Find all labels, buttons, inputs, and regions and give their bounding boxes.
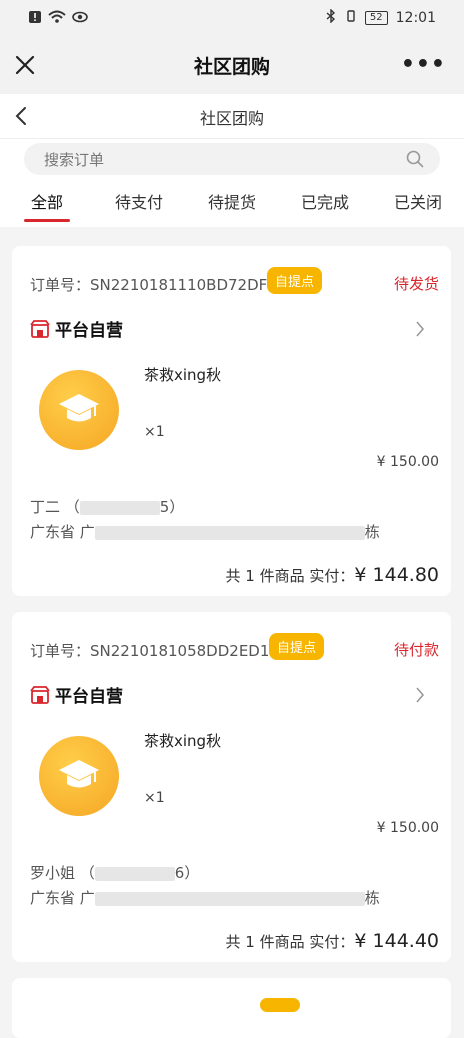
product-image[interactable] — [39, 736, 119, 816]
order-number: 订单号：SN2210181058DD2ED1 — [30, 642, 270, 660]
redacted-address — [94, 891, 365, 906]
tab-closed[interactable]: 已关闭 — [394, 189, 442, 213]
delivery-address: 广东省 广 栋 — [30, 521, 380, 542]
total-label: 共 1 件商品 实付： — [225, 567, 355, 585]
shop-name[interactable]: 平台自营 — [55, 316, 123, 341]
total-amount: ¥ 144.40 — [354, 930, 439, 952]
product-quantity: ×1 — [144, 790, 165, 806]
redacted-phone — [79, 500, 160, 515]
page-title: 社区团购 — [193, 56, 270, 78]
redacted-address — [94, 525, 365, 540]
search-icon[interactable] — [406, 150, 424, 168]
clock-time: 12:01 — [395, 10, 436, 26]
total-label: 共 1 件商品 实付： — [225, 933, 355, 951]
product-price: ¥ 150.00 — [376, 454, 439, 470]
delivery-address: 广东省 广 栋 — [30, 887, 380, 908]
address-start: 广东省 广 — [30, 523, 95, 541]
graduation-cap-icon — [59, 760, 99, 788]
address-start: 广东省 广 — [30, 889, 95, 907]
tab-pending-payment[interactable]: 待支付 — [115, 189, 163, 213]
wifi-icon — [48, 10, 66, 28]
order-tabs: 全部 待支付 待提货 已完成 已关闭 — [0, 179, 464, 227]
order-card[interactable] — [12, 978, 451, 1038]
store-icon — [30, 319, 50, 339]
tab-all[interactable]: 全部 — [31, 189, 63, 213]
product-name[interactable]: 茶救xing秋 — [144, 730, 221, 751]
buyer-name: 罗小姐 （ — [30, 864, 95, 882]
product-name[interactable]: 茶救xing秋 — [144, 364, 221, 385]
order-card[interactable]: 订单号：SN2210181110BD72DF 自提点 待发货 平台自营 茶救xi… — [12, 246, 451, 596]
buyer-name: 丁二 （ — [30, 498, 80, 516]
sub-header: 社区团购 — [0, 94, 464, 139]
total-amount: ¥ 144.80 — [354, 564, 439, 586]
buyer-info: 丁二 （ 5） — [30, 496, 184, 517]
tab-pending-pickup[interactable]: 待提货 — [208, 189, 256, 213]
chevron-right-icon[interactable] — [415, 320, 425, 338]
tab-completed[interactable]: 已完成 — [301, 189, 349, 213]
vibrate-icon — [345, 9, 357, 27]
search-input[interactable]: 搜索订单 — [24, 143, 440, 175]
active-tab-indicator — [24, 219, 70, 222]
pickup-badge — [260, 998, 300, 1012]
buyer-info: 罗小姐 （ 6） — [30, 862, 199, 883]
order-number: 订单号：SN2210181110BD72DF — [30, 276, 268, 294]
buyer-phone-tail: 5） — [159, 498, 185, 516]
pickup-badge: 自提点 — [267, 267, 323, 294]
address-end: 栋 — [364, 889, 380, 907]
battery-icon: 52 — [364, 11, 388, 25]
sub-title: 社区团购 — [199, 109, 264, 128]
order-total: 共 1 件商品 实付：¥ 144.40 — [226, 930, 439, 952]
more-icon[interactable]: ••• — [401, 52, 446, 77]
buyer-phone-tail: 6） — [174, 864, 200, 882]
order-total: 共 1 件商品 实付：¥ 144.80 — [226, 564, 439, 586]
product-price: ¥ 150.00 — [376, 820, 439, 836]
shop-name[interactable]: 平台自营 — [55, 682, 123, 707]
eye-icon — [72, 11, 88, 27]
chevron-right-icon[interactable] — [415, 686, 425, 704]
app-header: 社区团购 ••• — [0, 36, 464, 94]
order-status: 待付款 — [393, 641, 439, 659]
store-icon — [30, 685, 50, 705]
alert-icon — [28, 10, 42, 28]
product-quantity: ×1 — [144, 424, 165, 440]
search-placeholder: 搜索订单 — [44, 151, 105, 169]
bluetooth-icon — [325, 8, 337, 27]
redacted-phone — [94, 866, 175, 881]
product-image[interactable] — [39, 370, 119, 450]
order-status: 待发货 — [393, 275, 439, 293]
status-bar: 52 12:01 — [0, 0, 464, 36]
graduation-cap-icon — [59, 394, 99, 422]
address-end: 栋 — [364, 523, 380, 541]
pickup-badge: 自提点 — [269, 633, 325, 660]
order-card[interactable]: 订单号：SN2210181058DD2ED1 自提点 待付款 平台自营 茶救xi… — [12, 612, 451, 962]
